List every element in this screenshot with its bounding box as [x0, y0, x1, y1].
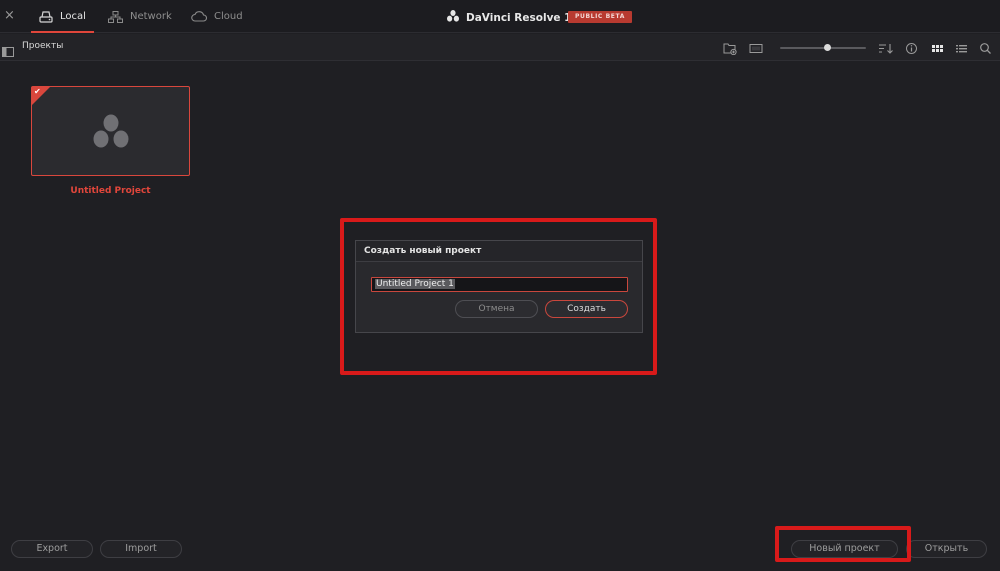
new-folder-icon[interactable] — [723, 40, 737, 59]
tab-local-label: Local — [60, 11, 86, 22]
close-icon[interactable]: × — [4, 8, 15, 24]
zoom-slider-thumb[interactable] — [823, 44, 831, 51]
top-bar: × Local Network Cloud DaVinci Resolve 19… — [0, 0, 1000, 33]
tab-local[interactable]: Local — [31, 0, 94, 33]
sidebar-toggle-icon[interactable] — [2, 42, 14, 61]
create-button[interactable]: Создать — [545, 300, 628, 318]
app-brand: DaVinci Resolve 19 — [446, 8, 579, 27]
tab-cloud[interactable]: Cloud — [191, 0, 243, 33]
grid-view-icon[interactable] — [931, 40, 944, 59]
network-icon — [108, 10, 123, 23]
app-name: DaVinci Resolve 19 — [466, 11, 579, 24]
search-icon[interactable] — [979, 40, 992, 59]
new-project-highlight-frame — [775, 526, 911, 562]
monitor-icon[interactable] — [749, 40, 763, 59]
info-icon[interactable] — [905, 40, 918, 59]
public-beta-badge: PUBLIC BETA — [568, 11, 632, 23]
tab-network-label: Network — [130, 11, 172, 22]
cloud-icon — [191, 11, 207, 22]
active-tab-indicator — [31, 31, 94, 33]
project-title[interactable]: Untitled Project — [31, 186, 190, 196]
davinci-logo-icon — [446, 8, 460, 27]
tab-network[interactable]: Network — [108, 0, 172, 33]
open-button[interactable]: Открыть — [906, 540, 987, 558]
drive-icon — [39, 10, 53, 23]
new-project-dialog: Создать новый проект Untitled Project 1 … — [355, 240, 643, 333]
list-view-icon[interactable] — [955, 40, 968, 59]
project-name-input[interactable]: Untitled Project 1 — [371, 277, 628, 292]
project-name-value: Untitled Project 1 — [375, 279, 455, 289]
tab-cloud-label: Cloud — [214, 11, 243, 22]
checkmark-icon: ✔ — [34, 87, 41, 96]
page-title: Проекты — [22, 41, 64, 51]
toolbar: Проекты — [0, 34, 1000, 61]
export-button[interactable]: Export — [11, 540, 93, 558]
cancel-button[interactable]: Отмена — [455, 300, 538, 318]
dialog-title: Создать новый проект — [356, 241, 642, 262]
import-button[interactable]: Import — [100, 540, 182, 558]
davinci-logo-icon — [91, 113, 131, 153]
sort-icon[interactable] — [878, 40, 894, 59]
project-card[interactable]: ✔ — [31, 86, 190, 176]
